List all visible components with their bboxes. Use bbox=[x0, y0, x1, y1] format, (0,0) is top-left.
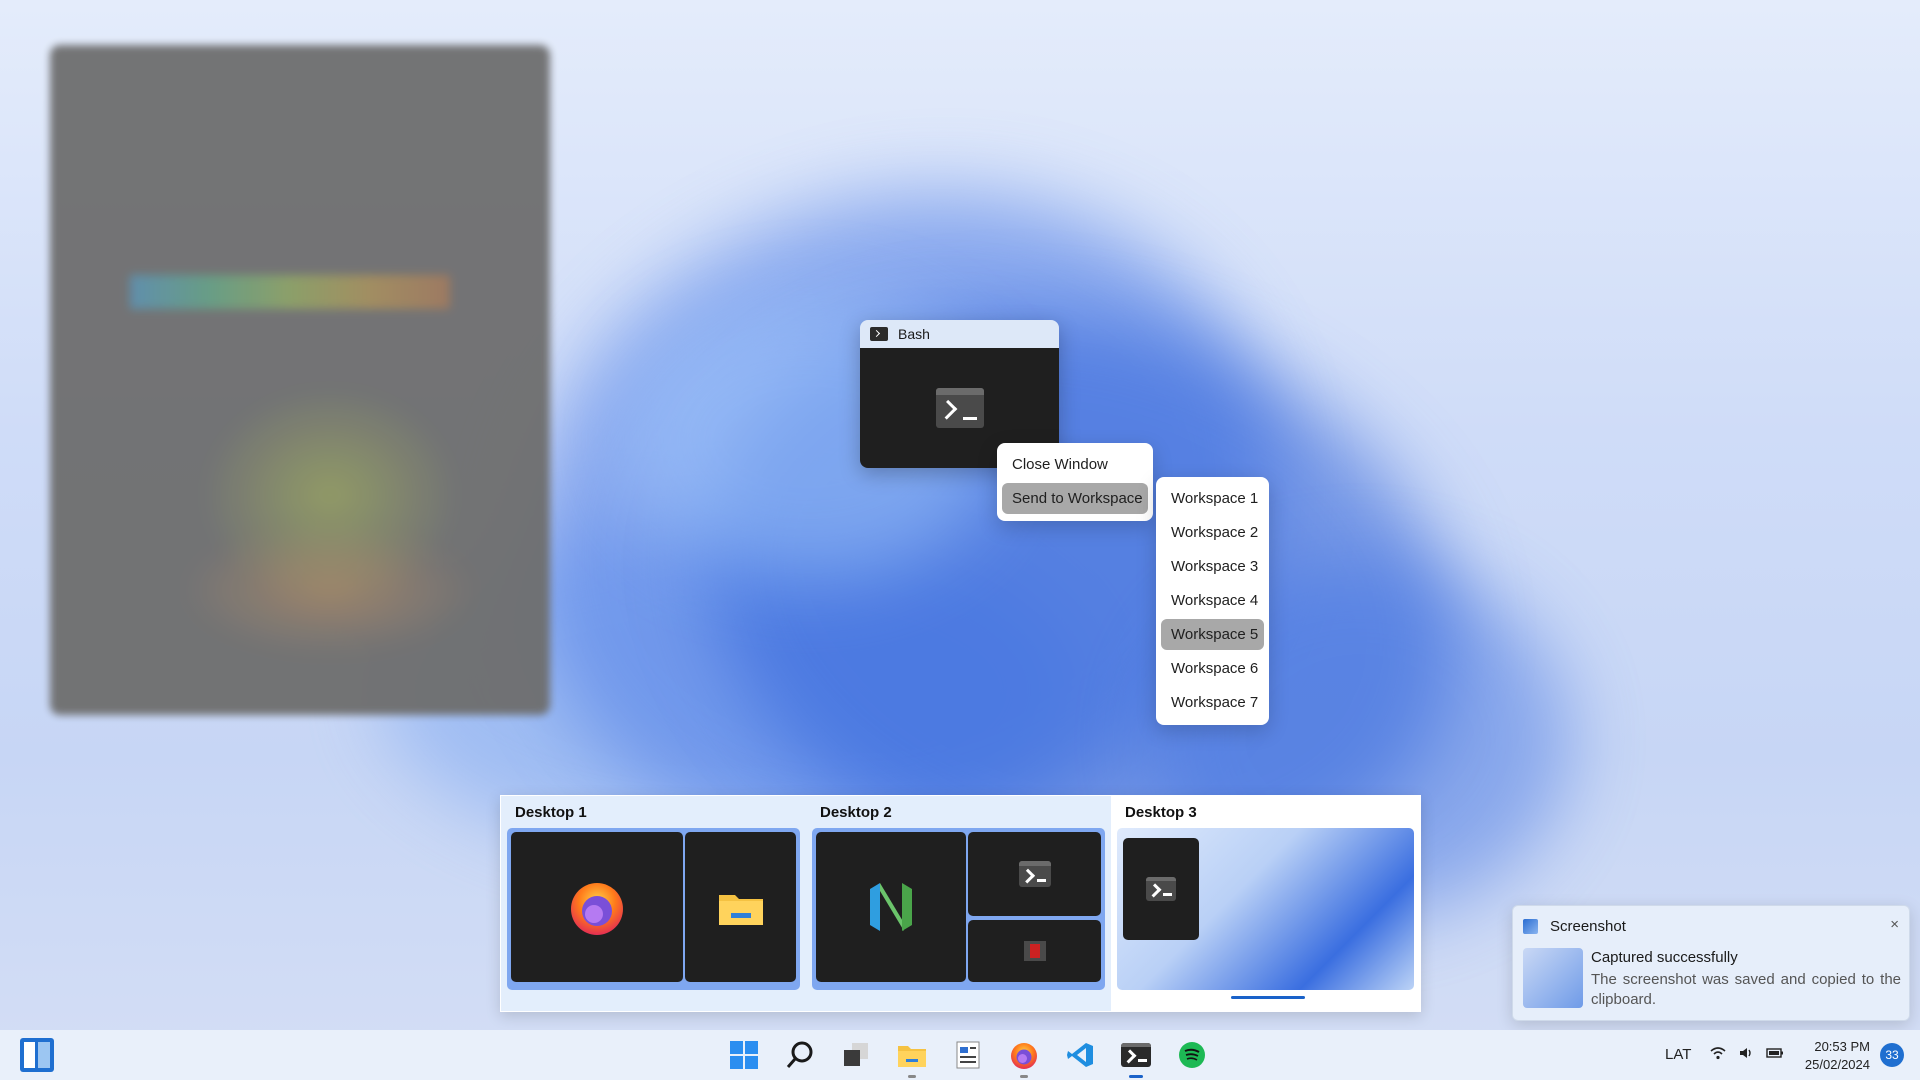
clock[interactable]: 20:53 PM 25/02/2024 bbox=[1800, 1038, 1870, 1074]
close-window-menu-item[interactable]: Close Window bbox=[1002, 449, 1148, 480]
desktop-1[interactable]: Desktop 1 bbox=[501, 796, 806, 1011]
search-button[interactable] bbox=[772, 1036, 828, 1074]
language-indicator[interactable]: LAT bbox=[1665, 1046, 1691, 1063]
spotify-taskbar-button[interactable] bbox=[1164, 1036, 1220, 1074]
spotify-icon bbox=[1179, 1042, 1205, 1068]
screenshot-notification[interactable]: Screenshot × Captured successfully The s… bbox=[1512, 905, 1910, 1021]
terminal-window-thumbnail[interactable] bbox=[1123, 838, 1199, 940]
app-window-thumbnail[interactable] bbox=[968, 920, 1101, 982]
desktop-3[interactable]: Desktop 3 bbox=[1111, 796, 1420, 1011]
task-view-panel: Desktop 1 Desktop 2 Desktop 3 bbox=[500, 795, 1421, 1012]
wifi-icon[interactable] bbox=[1710, 1045, 1726, 1061]
terminal-icon bbox=[870, 327, 888, 341]
vscode-icon bbox=[1067, 1043, 1093, 1067]
system-tray[interactable] bbox=[1710, 1045, 1784, 1061]
screenshot-thumbnail[interactable] bbox=[1523, 948, 1583, 1008]
battery-icon[interactable] bbox=[1766, 1045, 1784, 1061]
workspace-4-menu-item[interactable]: Workspace 4 bbox=[1161, 585, 1264, 616]
workspace-submenu: Workspace 1 Workspace 2 Workspace 3 Work… bbox=[1156, 477, 1269, 725]
screenshot-app-icon bbox=[1523, 919, 1538, 934]
workspace-2-menu-item[interactable]: Workspace 2 bbox=[1161, 517, 1264, 548]
clock-date: 25/02/2024 bbox=[1804, 1057, 1870, 1072]
terminal-icon bbox=[1146, 877, 1176, 901]
firefox-icon bbox=[1011, 1043, 1037, 1069]
notification-body: The screenshot was saved and copied to t… bbox=[1591, 971, 1901, 1008]
send-to-workspace-menu-item[interactable]: Send to Workspace bbox=[1002, 483, 1148, 514]
workspace-6-menu-item[interactable]: Workspace 6 bbox=[1161, 653, 1264, 684]
desktop-3-preview[interactable] bbox=[1117, 828, 1414, 990]
file-explorer-window-thumbnail[interactable] bbox=[685, 832, 796, 982]
firefox-taskbar-button[interactable] bbox=[996, 1036, 1052, 1078]
notepad-icon bbox=[956, 1041, 980, 1069]
volume-icon[interactable] bbox=[1738, 1045, 1754, 1061]
workspace-7-menu-item[interactable]: Workspace 7 bbox=[1161, 687, 1264, 718]
workspace-3-menu-item[interactable]: Workspace 3 bbox=[1161, 551, 1264, 582]
terminal-window-thumbnail[interactable] bbox=[968, 832, 1101, 916]
app-icon bbox=[1023, 941, 1046, 961]
terminal-icon bbox=[1121, 1043, 1151, 1067]
active-desktop-indicator bbox=[1231, 996, 1305, 999]
desktop-2[interactable]: Desktop 2 bbox=[806, 796, 1111, 1011]
running-indicator bbox=[908, 1075, 916, 1078]
clock-time: 20:53 PM bbox=[1814, 1039, 1870, 1054]
notification-title: Captured successfully bbox=[1591, 949, 1738, 966]
workspace-1-menu-item[interactable]: Workspace 1 bbox=[1161, 483, 1264, 514]
task-view-icon bbox=[844, 1043, 868, 1066]
terminal-icon bbox=[935, 388, 984, 428]
desktop-3-label: Desktop 3 bbox=[1125, 804, 1197, 821]
file-explorer-icon bbox=[718, 895, 763, 925]
widgets-icon[interactable] bbox=[20, 1038, 54, 1072]
neovim-window-thumbnail[interactable] bbox=[816, 832, 966, 982]
running-indicator bbox=[1020, 1075, 1028, 1078]
start-button[interactable] bbox=[716, 1036, 772, 1074]
notepad-taskbar-button[interactable] bbox=[940, 1036, 996, 1074]
window-preview-titlebar: Bash bbox=[860, 320, 1059, 348]
firefox-window-thumbnail[interactable] bbox=[511, 832, 683, 982]
firefox-icon bbox=[571, 883, 623, 935]
neovim-icon bbox=[870, 883, 912, 931]
workspace-5-menu-item[interactable]: Workspace 5 bbox=[1161, 619, 1264, 650]
window-preview-title: Bash bbox=[898, 326, 930, 342]
notification-count-badge[interactable]: 33 bbox=[1880, 1043, 1904, 1067]
active-indicator bbox=[1129, 1075, 1143, 1078]
taskbar: LAT 20:53 PM 25/02/2024 33 bbox=[0, 1030, 1920, 1080]
terminal-icon bbox=[1018, 861, 1051, 887]
file-explorer-icon bbox=[898, 1046, 926, 1067]
close-icon[interactable]: × bbox=[1890, 916, 1899, 933]
desktop-2-label: Desktop 2 bbox=[820, 804, 892, 821]
notification-app-name: Screenshot bbox=[1550, 918, 1626, 935]
start-icon bbox=[730, 1041, 758, 1069]
desktop-2-preview[interactable] bbox=[812, 828, 1105, 990]
blurred-background-window bbox=[50, 45, 550, 715]
vscode-taskbar-button[interactable] bbox=[1052, 1036, 1108, 1074]
window-context-menu: Close Window Send to Workspace bbox=[997, 443, 1153, 521]
desktop-1-label: Desktop 1 bbox=[515, 804, 587, 821]
terminal-taskbar-button[interactable] bbox=[1108, 1036, 1164, 1078]
search-icon bbox=[786, 1041, 813, 1068]
desktop-1-preview[interactable] bbox=[507, 828, 800, 990]
task-view-button[interactable] bbox=[828, 1036, 884, 1074]
file-explorer-taskbar-button[interactable] bbox=[884, 1036, 940, 1078]
